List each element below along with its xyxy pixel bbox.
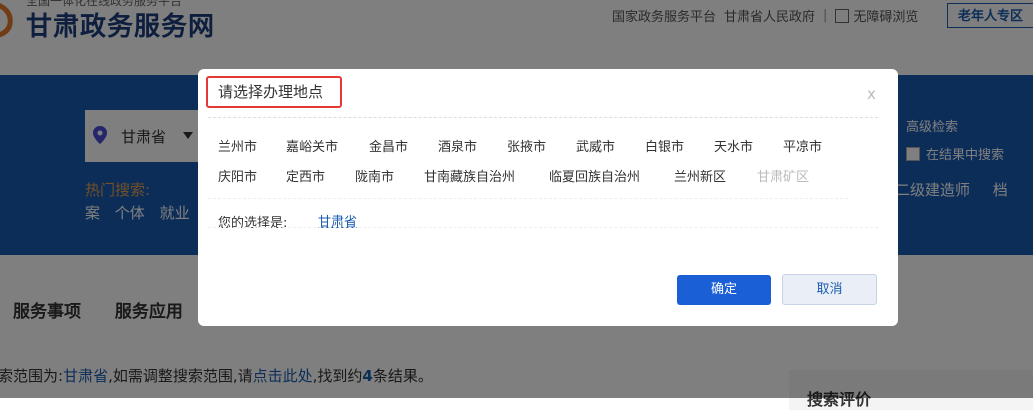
- city-option[interactable]: 酒泉市: [438, 136, 477, 155]
- city-option[interactable]: 庆阳市: [218, 166, 257, 185]
- city-option[interactable]: 白银市: [645, 136, 684, 155]
- city-option[interactable]: 张掖市: [507, 136, 546, 155]
- city-option[interactable]: 兰州市: [218, 136, 257, 155]
- city-option[interactable]: 武威市: [576, 136, 615, 155]
- cancel-button[interactable]: 取消: [782, 274, 877, 305]
- city-option[interactable]: 临夏回族自治州: [549, 166, 640, 185]
- city-option-disabled: 甘肃矿区: [757, 170, 810, 185]
- city-option[interactable]: 陇南市: [355, 166, 394, 185]
- divider: [208, 198, 848, 199]
- location-dialog: 请选择办理地点 x 兰州市 嘉峪关市 金昌市 酒泉市 张掖市 武威市 白银市 天…: [198, 69, 898, 326]
- city-option[interactable]: 嘉峪关市: [286, 136, 338, 155]
- divider: [208, 117, 878, 118]
- choice-label: 您的选择是:: [218, 216, 288, 231]
- city-option[interactable]: 定西市: [286, 166, 325, 185]
- city-option[interactable]: 金昌市: [369, 136, 408, 155]
- city-option[interactable]: 甘南藏族自治州: [424, 166, 515, 185]
- confirm-button[interactable]: 确定: [677, 275, 771, 305]
- divider: [208, 227, 878, 228]
- close-icon[interactable]: x: [867, 85, 876, 103]
- dialog-title: 请选择办理地点: [206, 76, 342, 108]
- city-option[interactable]: 平凉市: [783, 136, 822, 155]
- city-option[interactable]: 兰州新区: [674, 166, 726, 185]
- city-option[interactable]: 天水市: [714, 136, 753, 155]
